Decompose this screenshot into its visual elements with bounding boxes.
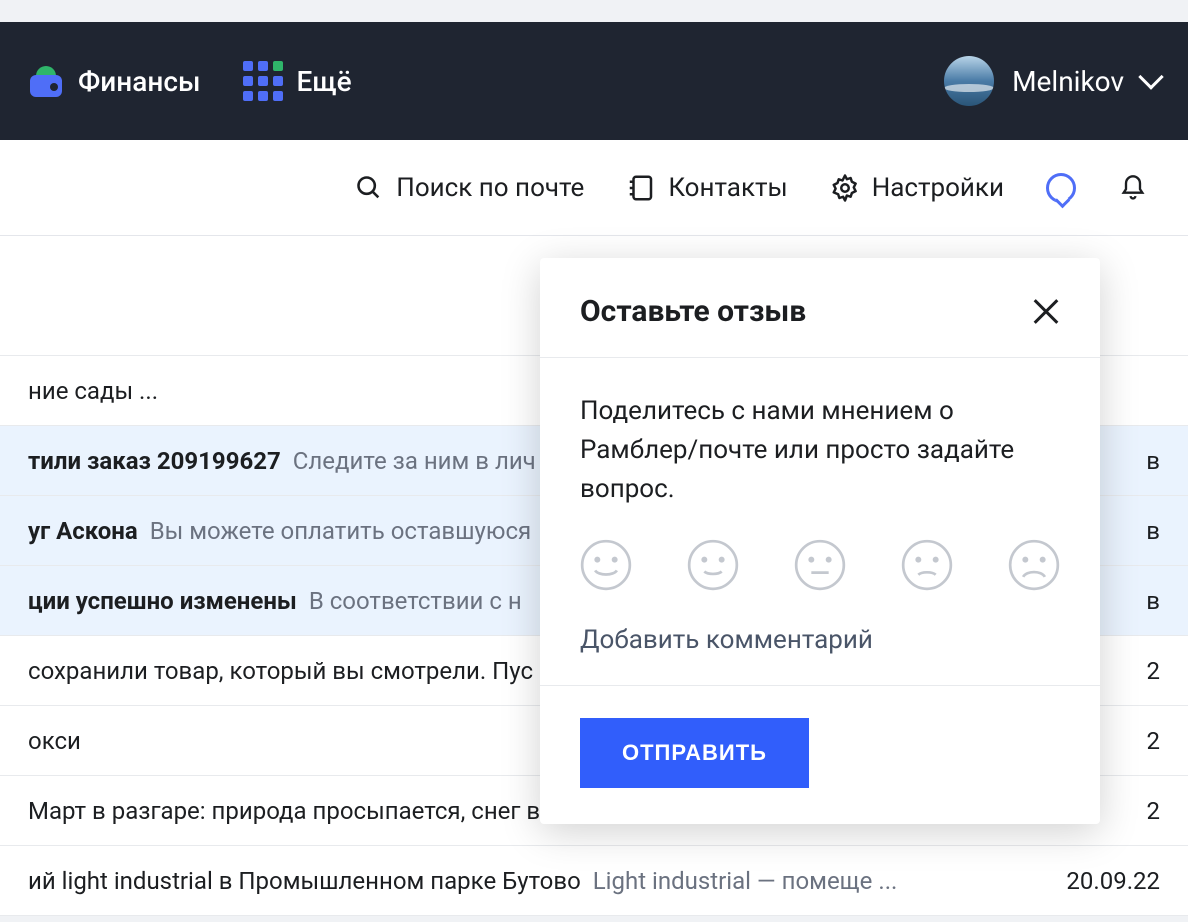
feedback-popup: Оставьте отзыв Поделитесь с нами мнением… (540, 258, 1100, 824)
mail-subject: ции успешно изменены (28, 587, 297, 615)
contacts-icon (626, 173, 656, 203)
mail-row[interactable]: ий light industrial в Промышленном парке… (0, 846, 1188, 916)
feedback-button[interactable] (1046, 173, 1076, 203)
contacts-label: Контакты (668, 173, 787, 203)
header-nav: Финансы Ещё (28, 61, 352, 101)
search-button[interactable]: Поиск по почте (354, 173, 584, 203)
close-button[interactable] (1032, 298, 1060, 326)
smiley-sad[interactable] (901, 539, 953, 591)
grid-icon (243, 61, 283, 101)
chevron-down-icon (1138, 64, 1163, 89)
popup-footer: ОТПРАВИТЬ (540, 686, 1100, 824)
popup-description: Поделитесь с нами мнением о Рамблер/почт… (580, 392, 1060, 509)
mail-subject: уг Аскона (28, 517, 138, 545)
smiley-very-happy[interactable] (580, 539, 632, 591)
popup-header: Оставьте отзыв (540, 258, 1100, 358)
mail-subject: ние сады ... (28, 377, 158, 405)
gear-icon (830, 173, 860, 203)
mail-date: в (1146, 447, 1160, 475)
smiley-very-sad[interactable] (1008, 539, 1060, 591)
search-label: Поиск по почте (396, 173, 584, 203)
contacts-button[interactable]: Контакты (626, 173, 787, 203)
nav-more-label: Ещё (297, 65, 352, 98)
add-comment-link[interactable]: Добавить комментарий (580, 625, 1060, 655)
username-label: Melnikov (1012, 65, 1124, 98)
notifications-button[interactable] (1118, 173, 1148, 203)
toolbar: Поиск по почте Контакты Настройки (0, 140, 1188, 236)
mail-date: 2 (1147, 797, 1161, 825)
popup-body: Поделитесь с нами мнением о Рамблер/почт… (540, 358, 1100, 686)
mail-date: в (1146, 517, 1160, 545)
mail-date: в (1146, 587, 1160, 615)
search-icon (354, 173, 384, 203)
mail-subject: окси (28, 727, 81, 755)
avatar (944, 56, 994, 106)
smiley-happy[interactable] (687, 539, 739, 591)
nav-finance-label: Финансы (78, 65, 201, 98)
smiley-neutral[interactable] (794, 539, 846, 591)
mail-date: 2 (1147, 657, 1161, 685)
settings-button[interactable]: Настройки (830, 173, 1004, 203)
settings-label: Настройки (872, 173, 1004, 203)
mail-date: 20.09.22 (1066, 867, 1160, 895)
mail-subject: тили заказ 209199627 (28, 447, 281, 475)
submit-button[interactable]: ОТПРАВИТЬ (580, 718, 809, 788)
app-header: Финансы Ещё Melnikov (0, 22, 1188, 140)
rating-smileys (580, 539, 1060, 591)
mail-subject: Март в разгаре: природа просыпается, сне… (28, 797, 540, 825)
nav-more[interactable]: Ещё (243, 61, 352, 101)
mail-subject: сохранили товар, который вы смотрели. Пу… (28, 657, 533, 685)
user-menu[interactable]: Melnikov (944, 56, 1160, 106)
mail-date: 2 (1147, 727, 1161, 755)
mail-preview: В соответствии с н (309, 587, 522, 615)
nav-finance[interactable]: Финансы (28, 63, 201, 99)
mail-preview: Light industrial — помеще ... (593, 867, 898, 895)
popup-title: Оставьте отзыв (580, 294, 806, 329)
mail-preview: Следите за ним в лич (293, 447, 536, 475)
wallet-icon (28, 63, 64, 99)
bell-icon (1118, 173, 1148, 203)
mail-subject: ий light industrial в Промышленном парке… (28, 867, 581, 895)
feedback-icon (1046, 173, 1076, 203)
mail-preview: Вы можете оплатить оставшуюся (150, 517, 532, 545)
